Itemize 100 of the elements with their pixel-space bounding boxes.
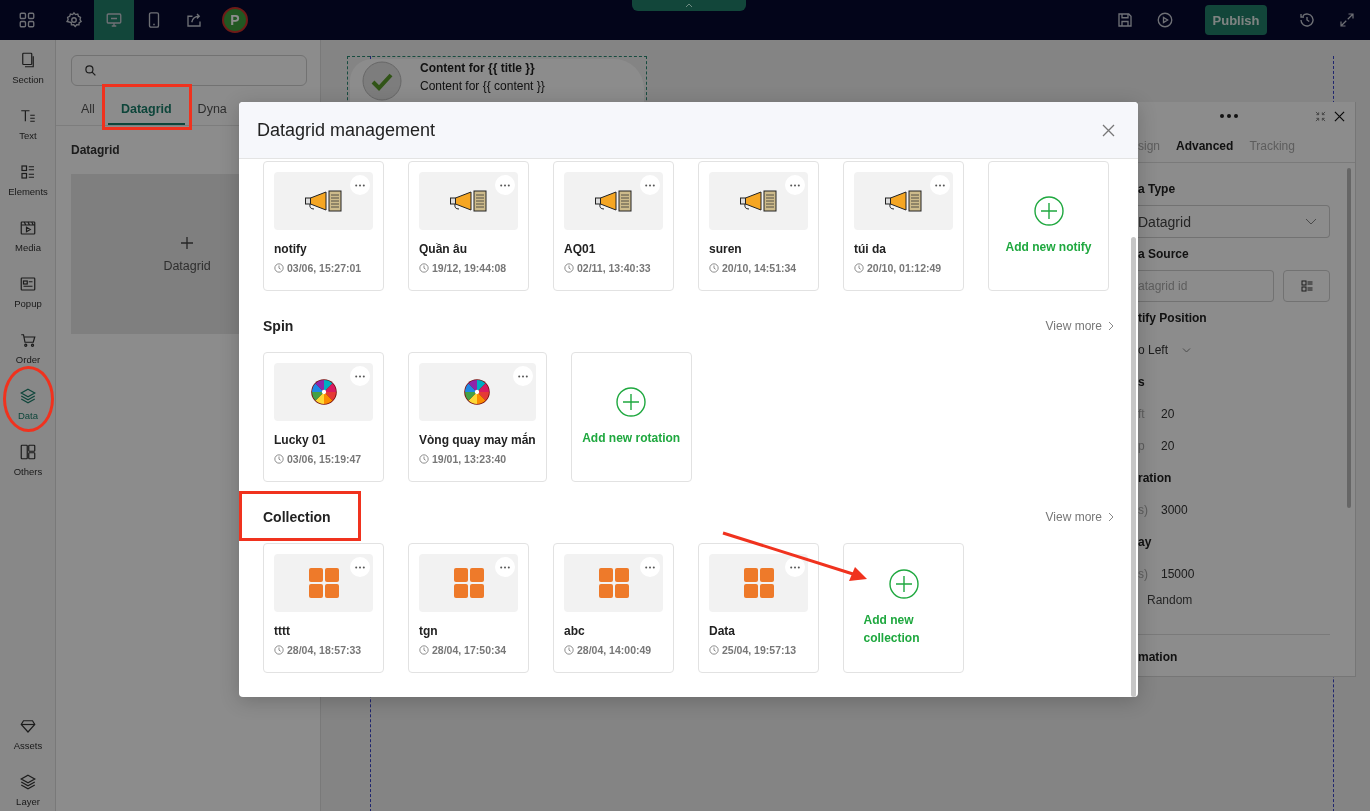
sidebar-item[interactable]: Data [0, 381, 56, 437]
card-date: 28/04, 17:50:34 [432, 644, 507, 656]
wheel-icon [310, 379, 337, 405]
close-icon[interactable] [1334, 110, 1345, 122]
card-date: 19/01, 13:23:40 [432, 453, 507, 465]
datagrid-card[interactable]: túi da 20/10, 01:12:49 [843, 161, 964, 291]
more-button[interactable] [785, 175, 805, 195]
card-name: Data [709, 624, 736, 638]
field-value[interactable]: 20 [1161, 407, 1175, 421]
add-card[interactable]: Add new rotation [570, 352, 692, 482]
sidebar-item[interactable]: Order [0, 325, 56, 381]
dots-icon [355, 183, 365, 187]
grid-icon [598, 568, 629, 598]
card-name: túi da [854, 242, 887, 256]
more-button[interactable] [512, 366, 533, 386]
view-more-link[interactable]: View more [1045, 319, 1114, 333]
clock-icon [419, 645, 429, 655]
sidebar-item[interactable]: Assets [0, 711, 56, 767]
tab[interactable]: Dyna [184, 94, 240, 125]
tab[interactable]: Datagrid [107, 94, 185, 125]
clock-icon [274, 263, 284, 273]
megaphone-icon [883, 189, 924, 213]
close-icon [1101, 123, 1115, 137]
field-heading: a Source [1138, 246, 1190, 263]
megaphone-icon [448, 189, 489, 213]
megaphone-icon [593, 189, 634, 213]
datagrid-card[interactable]: Lucky 01 03/06, 15:19:47 [263, 352, 384, 482]
card-name: AQ01 [564, 242, 597, 256]
sidebar-item[interactable]: Section [0, 45, 56, 101]
tab[interactable]: Advanced [1176, 139, 1234, 153]
diamond-icon [19, 717, 37, 735]
apps-icon [18, 11, 36, 29]
notification-content: Content for {{ content }} [420, 79, 545, 93]
card-date: 20/10, 14:51:34 [722, 262, 797, 274]
field-value[interactable]: 20 [1161, 439, 1175, 453]
datagrid-card[interactable]: suren 20/10, 14:51:34 [698, 161, 819, 291]
collapse-icon[interactable] [1315, 110, 1326, 122]
plus-circle-icon [1033, 196, 1064, 226]
position-dropdown[interactable]: o Left [1138, 343, 1192, 357]
drag-handle-icon[interactable] [1219, 113, 1239, 119]
card-name: Vòng quay may mắn [419, 433, 536, 447]
desktop-view-button[interactable] [94, 0, 134, 40]
more-button[interactable] [495, 557, 515, 577]
datagrid-card[interactable]: Data 25/04, 19:57:13 [698, 543, 819, 673]
sidebar-item[interactable]: Layer [0, 767, 56, 811]
list-icon [19, 163, 37, 181]
more-button[interactable] [350, 557, 370, 577]
avatar[interactable]: P [222, 7, 248, 33]
card-name: Lucky 01 [274, 433, 327, 447]
view-more-link[interactable]: View more [1045, 510, 1114, 524]
panel-heading: Datagrid [71, 143, 121, 157]
dots-icon [355, 374, 365, 378]
more-button[interactable] [350, 175, 370, 195]
clock-icon [419, 454, 429, 464]
datagrid-card[interactable]: tgn 28/04, 17:50:34 [408, 543, 529, 673]
sidebar-item[interactable]: Others [0, 437, 56, 493]
card-name: Quần âu [419, 242, 468, 256]
more-button[interactable] [495, 175, 515, 195]
datagrid-card[interactable]: Quần âu 19/12, 19:44:08 [408, 161, 529, 291]
plus-icon [180, 235, 194, 250]
film-icon [19, 219, 37, 237]
scrollbar-thumb[interactable] [1347, 168, 1351, 508]
card-date: 02/11, 13:40:33 [577, 262, 651, 274]
sidebar-item[interactable]: Text [0, 101, 56, 157]
clock-icon [419, 263, 429, 273]
list-button[interactable] [1283, 270, 1330, 302]
card-date: 28/04, 18:57:33 [287, 644, 362, 656]
add-card[interactable]: Add new notify [988, 161, 1109, 291]
field-heading: ration [1138, 470, 1173, 487]
plus-circle-icon [888, 569, 919, 599]
datagrid-card[interactable]: Vòng quay may mắn 19/01, 13:23:40 [408, 352, 547, 482]
more-button[interactable] [640, 175, 660, 195]
scrollbar-thumb[interactable] [1131, 237, 1136, 697]
field-value[interactable]: 3000 [1161, 503, 1188, 517]
select-field[interactable]: Datagrid [1138, 205, 1330, 238]
datagrid-card[interactable]: tttt 28/04, 18:57:33 [263, 543, 384, 673]
sidebar-item[interactable]: Popup [0, 269, 56, 325]
dots-icon [517, 374, 528, 378]
field-value[interactable]: 15000 [1161, 567, 1195, 581]
collapse-tab[interactable] [631, 0, 746, 11]
grid-icon [308, 568, 339, 598]
sidebar-item[interactable]: Media [0, 213, 56, 269]
option-label[interactable]: Random [1138, 590, 1330, 610]
add-card[interactable]: Add new collection [843, 543, 964, 673]
field-heading: a Type [1138, 181, 1177, 198]
more-button[interactable] [350, 366, 370, 386]
datagrid-card[interactable]: notify 03/06, 15:27:01 [263, 161, 384, 291]
datagrid-card[interactable]: AQ01 02/11, 13:40:33 [553, 161, 674, 291]
datagrid-card[interactable]: abc 28/04, 14:00:49 [553, 543, 674, 673]
tab[interactable]: All [68, 94, 108, 125]
section-heading[interactable]: mation [1138, 650, 1178, 664]
more-button[interactable] [785, 557, 805, 577]
search-field[interactable] [71, 55, 307, 86]
more-button[interactable] [640, 557, 660, 577]
field-heading: ay [1138, 534, 1153, 551]
publish-button[interactable]: Publish [1205, 5, 1267, 35]
grid-icon [453, 568, 484, 598]
sidebar-item[interactable]: Elements [0, 157, 56, 213]
monitor-icon [105, 11, 123, 29]
more-button[interactable] [930, 175, 950, 195]
